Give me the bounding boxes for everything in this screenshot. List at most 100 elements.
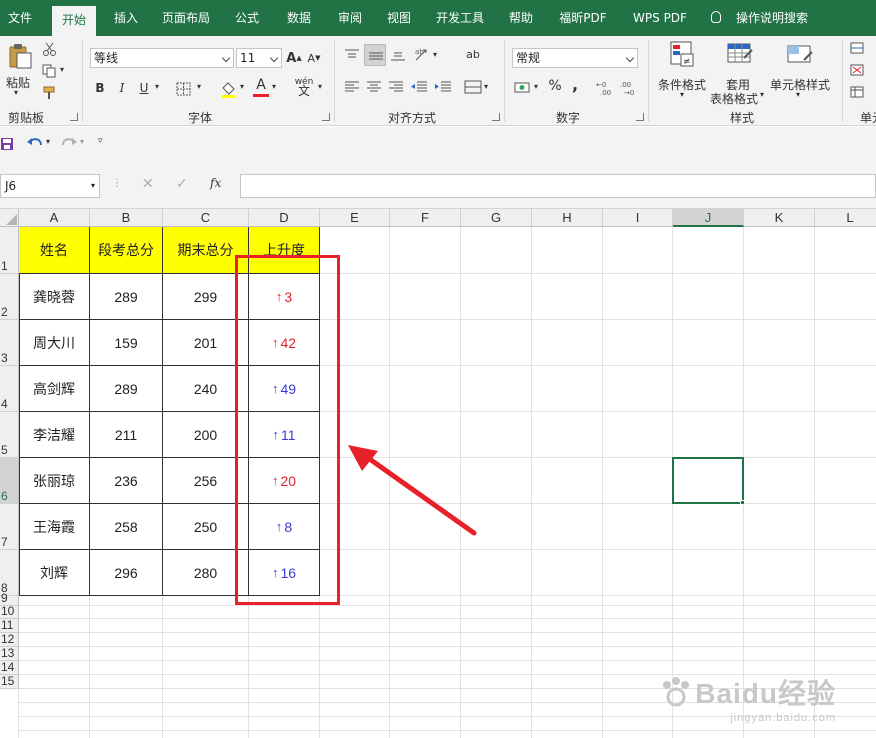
row-header-12[interactable]: 12 <box>0 632 19 647</box>
number-launcher-icon[interactable] <box>636 113 644 121</box>
wrap-text-button[interactable]: ab <box>462 44 484 64</box>
table-cell-exam1[interactable]: 289 <box>90 274 163 320</box>
table-cell-name[interactable]: 李洁耀 <box>19 412 90 458</box>
row-header-1[interactable]: 1 <box>0 227 19 274</box>
customize-qat-icon[interactable]: ▿ <box>98 136 103 146</box>
name-box[interactable]: J6 ▾ <box>0 174 100 198</box>
italic-button[interactable]: I <box>114 78 130 98</box>
orientation-icon[interactable]: ab <box>414 46 432 62</box>
font-size-select[interactable]: 11 <box>236 48 282 68</box>
grow-font-button[interactable]: A ▲ <box>286 48 302 68</box>
cell-styles-icon[interactable] <box>786 40 814 68</box>
column-header-e[interactable]: E <box>320 209 390 227</box>
align-top-icon[interactable] <box>344 48 360 62</box>
insert-function-button[interactable]: fx <box>210 176 221 190</box>
phonetic-dropdown-icon[interactable]: ▾ <box>318 82 322 91</box>
fill-color-dropdown-icon[interactable]: ▾ <box>240 82 244 91</box>
name-box-dropdown-icon[interactable]: ▾ <box>91 175 95 197</box>
tab-foxit-pdf[interactable]: 福昕PDF <box>550 0 616 36</box>
tab-data[interactable]: 数据 <box>278 0 320 36</box>
selected-cell-highlight[interactable] <box>672 457 744 504</box>
row-header-13[interactable]: 13 <box>0 646 19 661</box>
table-cell-name[interactable]: 王海霞 <box>19 504 90 550</box>
table-cell-name[interactable]: 张丽琼 <box>19 458 90 504</box>
undo-dropdown-icon[interactable]: ▾ <box>46 137 50 146</box>
conditional-dropdown-icon[interactable]: ▾ <box>680 90 684 99</box>
column-header-c[interactable]: C <box>163 209 249 227</box>
format-painter-icon[interactable] <box>42 86 58 100</box>
tab-view[interactable]: 视图 <box>380 0 418 36</box>
row-header-2[interactable]: 2 <box>0 274 19 320</box>
column-header-a[interactable]: A <box>19 209 90 227</box>
bold-button[interactable]: B <box>92 78 108 98</box>
shrink-font-button[interactable]: A ▼ <box>306 48 322 68</box>
column-header-i[interactable]: I <box>603 209 673 227</box>
clipboard-launcher-icon[interactable] <box>70 113 78 121</box>
paste-icon[interactable] <box>6 42 34 70</box>
font-color-dropdown-icon[interactable]: ▾ <box>272 82 276 91</box>
save-icon[interactable] <box>0 137 14 151</box>
row-header-4[interactable]: 4 <box>0 366 19 412</box>
underline-button[interactable]: U <box>136 78 152 98</box>
tell-me-search[interactable]: 操作说明搜索 <box>736 0 808 36</box>
tab-wps-pdf[interactable]: WPS PDF <box>624 0 696 36</box>
merge-dropdown-icon[interactable]: ▾ <box>484 82 488 91</box>
delete-cells-icon[interactable] <box>850 64 864 76</box>
table-cell-exam1[interactable]: 211 <box>90 412 163 458</box>
comma-button[interactable]: , <box>568 74 582 94</box>
table-cell-exam1[interactable]: 236 <box>90 458 163 504</box>
fill-color-icon[interactable] <box>220 80 238 98</box>
column-header-d[interactable]: D <box>249 209 320 227</box>
align-middle-button[interactable] <box>364 44 386 66</box>
merge-center-icon[interactable] <box>464 80 482 94</box>
format-as-table-button[interactable]: 表格格式 <box>710 90 758 107</box>
row-header-6[interactable]: 6 <box>0 458 19 504</box>
accounting-dropdown-icon[interactable]: ▾ <box>534 82 538 91</box>
column-header-k[interactable]: K <box>744 209 815 227</box>
table-cell-name[interactable]: 高剑辉 <box>19 366 90 412</box>
format-cells-icon[interactable] <box>850 86 864 98</box>
copy-dropdown-icon[interactable]: ▾ <box>60 65 64 74</box>
tab-help[interactable]: 帮助 <box>500 0 542 36</box>
tab-file[interactable]: 文件 <box>0 0 40 36</box>
paste-dropdown-icon[interactable]: ▾ <box>14 88 18 97</box>
font-color-button[interactable]: A <box>253 76 269 94</box>
fill-handle[interactable] <box>740 500 745 505</box>
copy-icon[interactable] <box>42 64 58 78</box>
accounting-format-icon[interactable] <box>514 80 532 96</box>
table-cell-exam1[interactable]: 289 <box>90 366 163 412</box>
formula-input[interactable] <box>240 174 876 198</box>
conditional-formatting-icon[interactable]: ≠ <box>668 40 696 68</box>
undo-icon[interactable] <box>26 136 44 150</box>
borders-icon[interactable] <box>176 82 192 96</box>
increase-indent-icon[interactable] <box>434 80 452 94</box>
row-header-14[interactable]: 14 <box>0 660 19 675</box>
tab-formulas[interactable]: 公式 <box>226 0 268 36</box>
decrease-decimal-icon[interactable]: .00→0 <box>620 80 640 96</box>
table-header-cell[interactable]: 段考总分 <box>90 227 163 274</box>
underline-dropdown-icon[interactable]: ▾ <box>155 82 159 91</box>
tab-developer[interactable]: 开发工具 <box>428 0 492 36</box>
format-as-table-dropdown-icon[interactable]: ▾ <box>760 90 764 99</box>
tab-home[interactable]: 开始 <box>52 6 96 36</box>
row-header-11[interactable]: 11 <box>0 618 19 633</box>
select-all-button[interactable] <box>0 209 19 227</box>
column-header-j[interactable]: J <box>673 209 744 227</box>
row-header-7[interactable]: 7 <box>0 504 19 550</box>
table-cell-exam1[interactable]: 159 <box>90 320 163 366</box>
row-header-3[interactable]: 3 <box>0 320 19 366</box>
borders-dropdown-icon[interactable]: ▾ <box>197 82 201 91</box>
alignment-launcher-icon[interactable] <box>492 113 500 121</box>
tab-page-layout[interactable]: 页面布局 <box>158 0 214 36</box>
column-header-l[interactable]: L <box>815 209 876 227</box>
align-left-icon[interactable] <box>344 80 360 94</box>
table-cell-name[interactable]: 刘辉 <box>19 550 90 596</box>
column-header-h[interactable]: H <box>532 209 603 227</box>
increase-decimal-icon[interactable]: ←0.00 <box>596 80 616 96</box>
number-format-select[interactable]: 常规 <box>512 48 638 68</box>
table-cell-exam1[interactable]: 258 <box>90 504 163 550</box>
column-header-b[interactable]: B <box>90 209 163 227</box>
redo-dropdown-icon[interactable]: ▾ <box>80 137 84 146</box>
format-as-table-icon[interactable] <box>726 40 754 68</box>
table-cell-name[interactable]: 龚晓蓉 <box>19 274 90 320</box>
